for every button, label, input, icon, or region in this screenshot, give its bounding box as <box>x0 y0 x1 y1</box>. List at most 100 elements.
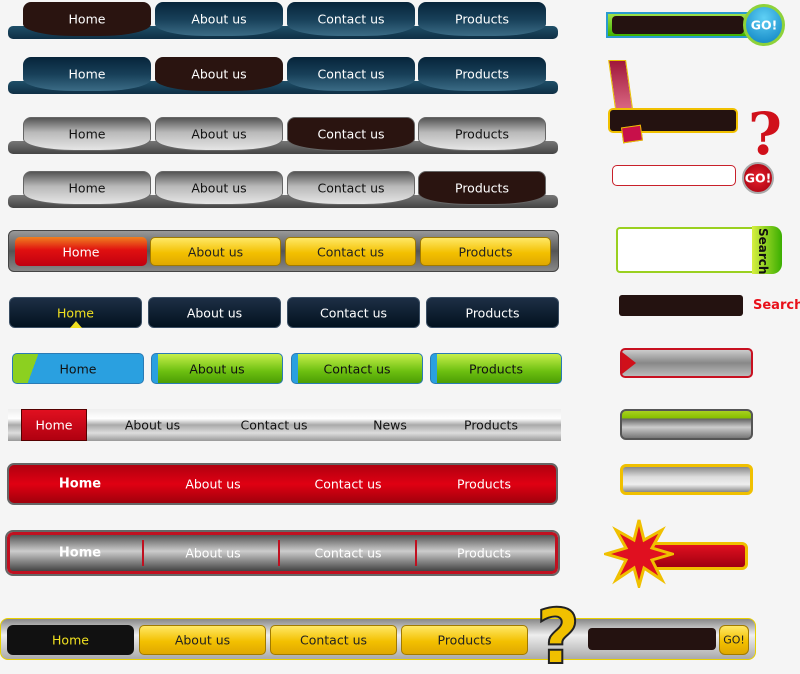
nav-item-about-us[interactable]: About us <box>155 171 283 205</box>
nav-item-label: Products <box>464 417 518 433</box>
nav-item-home[interactable]: Home <box>7 625 134 655</box>
green-top-button[interactable] <box>620 409 753 440</box>
nav-item-label: Home <box>58 545 102 561</box>
nav-item-label: Home <box>57 305 94 320</box>
nav-item-contact-us[interactable]: Contact us <box>283 532 413 574</box>
search-input-dark[interactable] <box>612 16 744 34</box>
nav-item-label: Products <box>455 11 509 27</box>
nav-item-products[interactable]: Products <box>420 237 551 266</box>
nav-item-label: About us <box>186 305 243 320</box>
nav-item-label: Contact us <box>317 180 385 196</box>
nav-item-products[interactable]: Products <box>420 532 548 574</box>
question-mark-red-icon: ? <box>748 100 782 168</box>
nav-item-home[interactable]: Home <box>12 353 144 384</box>
nav-item-label: About us <box>191 126 247 142</box>
nav-item-contact-us[interactable]: Contact us <box>287 117 415 151</box>
search-input-dark-2[interactable] <box>619 295 743 316</box>
nav-item-label: Home <box>59 361 97 376</box>
nav-item-about-us[interactable]: About us <box>148 297 281 328</box>
nav-item-label: Products <box>455 126 509 142</box>
nav-item-contact-us[interactable]: Contact us <box>287 2 415 36</box>
nav-item-label: Contact us <box>317 66 385 82</box>
search-link[interactable]: Search <box>753 298 800 313</box>
nav-item-contact-us[interactable]: Contact us <box>287 297 420 328</box>
yellow-frame-button[interactable] <box>620 464 753 495</box>
nav-item-contact-us[interactable]: Contact us <box>283 463 413 505</box>
nav-item-label: Home <box>58 476 102 492</box>
nav-divider <box>278 540 280 566</box>
nav-item-label: Products <box>457 545 511 561</box>
nav-bar-collection: GO! ? GO! Search Search Home About us Cont… <box>0 0 800 674</box>
nav-item-products[interactable]: Products <box>418 57 546 91</box>
nav-item-products[interactable]: Products <box>426 297 559 328</box>
nav-item-label: About us <box>174 632 231 648</box>
nav-item-label: Products <box>458 244 513 259</box>
nav-item-label: About us <box>187 244 244 259</box>
search-input-green-border[interactable] <box>616 227 766 273</box>
nav-item-home[interactable]: Home <box>20 532 140 574</box>
nav-item-contact-us[interactable]: Contact us <box>287 57 415 91</box>
nav-item-label: Products <box>465 305 520 320</box>
nav-item-products[interactable]: Products <box>420 463 548 505</box>
nav-item-home[interactable]: Home <box>15 237 147 266</box>
nav-item-label: About us <box>189 361 245 376</box>
nav-item-about-us[interactable]: About us <box>155 117 283 151</box>
nav-item-label: Contact us <box>314 545 382 561</box>
nav-item-about-us[interactable]: About us <box>155 2 283 36</box>
nav-item-contact-us[interactable]: Contact us <box>285 237 416 266</box>
nav-item-label: Products <box>469 361 523 376</box>
nav-item-products[interactable]: Products <box>401 625 528 655</box>
nav-item-news[interactable]: News <box>350 409 430 441</box>
search-input-red-border[interactable] <box>612 165 736 186</box>
nav-item-label: About us <box>191 11 247 27</box>
nav-item-home[interactable]: Home <box>9 297 142 328</box>
go-button-blue[interactable]: GO! <box>743 4 785 46</box>
go-label: GO! <box>723 633 745 647</box>
nav-item-about-us[interactable]: About us <box>151 353 283 384</box>
nav-item-label: About us <box>185 545 241 561</box>
nav-item-label: Contact us <box>299 632 368 648</box>
nav-item-contact-us[interactable]: Contact us <box>291 353 423 384</box>
nav-item-about-us[interactable]: About us <box>148 463 278 505</box>
nav-item-products[interactable]: Products <box>430 353 562 384</box>
nav-item-home[interactable]: Home <box>23 2 151 36</box>
nav-item-label: Contact us <box>317 11 385 27</box>
nav-item-home[interactable]: Home <box>23 57 151 91</box>
nav-item-label: Home <box>68 66 106 82</box>
nav-item-label: Home <box>68 11 106 27</box>
nav-item-home[interactable]: Home <box>23 117 151 151</box>
nav-divider <box>142 540 144 566</box>
nav-item-label: Contact us <box>240 417 308 433</box>
nav-item-label: Contact us <box>316 244 385 259</box>
search-input[interactable] <box>588 628 716 650</box>
nav-item-home[interactable]: Home <box>23 171 151 205</box>
active-indicator-icon <box>70 321 82 328</box>
nav-item-about-us[interactable]: About us <box>148 532 278 574</box>
nav-item-products[interactable]: Products <box>418 2 546 36</box>
nav-item-about-us[interactable]: About us <box>139 625 266 655</box>
nav-item-label: Home <box>62 244 100 259</box>
nav-item-about-us[interactable]: About us <box>150 237 281 266</box>
nav-item-contact-us[interactable]: Contact us <box>215 409 333 441</box>
nav-item-products[interactable]: Products <box>418 117 546 151</box>
nav-item-products[interactable]: Products <box>418 171 546 205</box>
nav-item-about-us[interactable]: About us <box>95 409 210 441</box>
go-button[interactable]: GO! <box>719 625 749 655</box>
nav-item-home[interactable]: Home <box>21 409 87 441</box>
nav-item-label: About us <box>185 476 241 492</box>
nav-item-label: Home <box>52 632 89 648</box>
nav-item-label: Contact us <box>314 476 382 492</box>
search-tab-button[interactable]: Search <box>752 226 782 274</box>
nav-item-contact-us[interactable]: Contact us <box>270 625 397 655</box>
nav-item-products[interactable]: Products <box>430 409 552 441</box>
nav-item-label: Home <box>68 126 106 142</box>
nav-item-label: About us <box>124 417 181 433</box>
nav-item-contact-us[interactable]: Contact us <box>287 171 415 205</box>
nav-item-home[interactable]: Home <box>20 463 140 505</box>
go-button-red[interactable]: GO! <box>742 162 774 194</box>
nav-item-label: About us <box>191 66 247 82</box>
nav-item-label: Products <box>457 476 511 492</box>
red-gray-button[interactable] <box>620 348 753 378</box>
nav-item-about-us[interactable]: About us <box>155 57 283 91</box>
nav-item-label: Products <box>455 66 509 82</box>
